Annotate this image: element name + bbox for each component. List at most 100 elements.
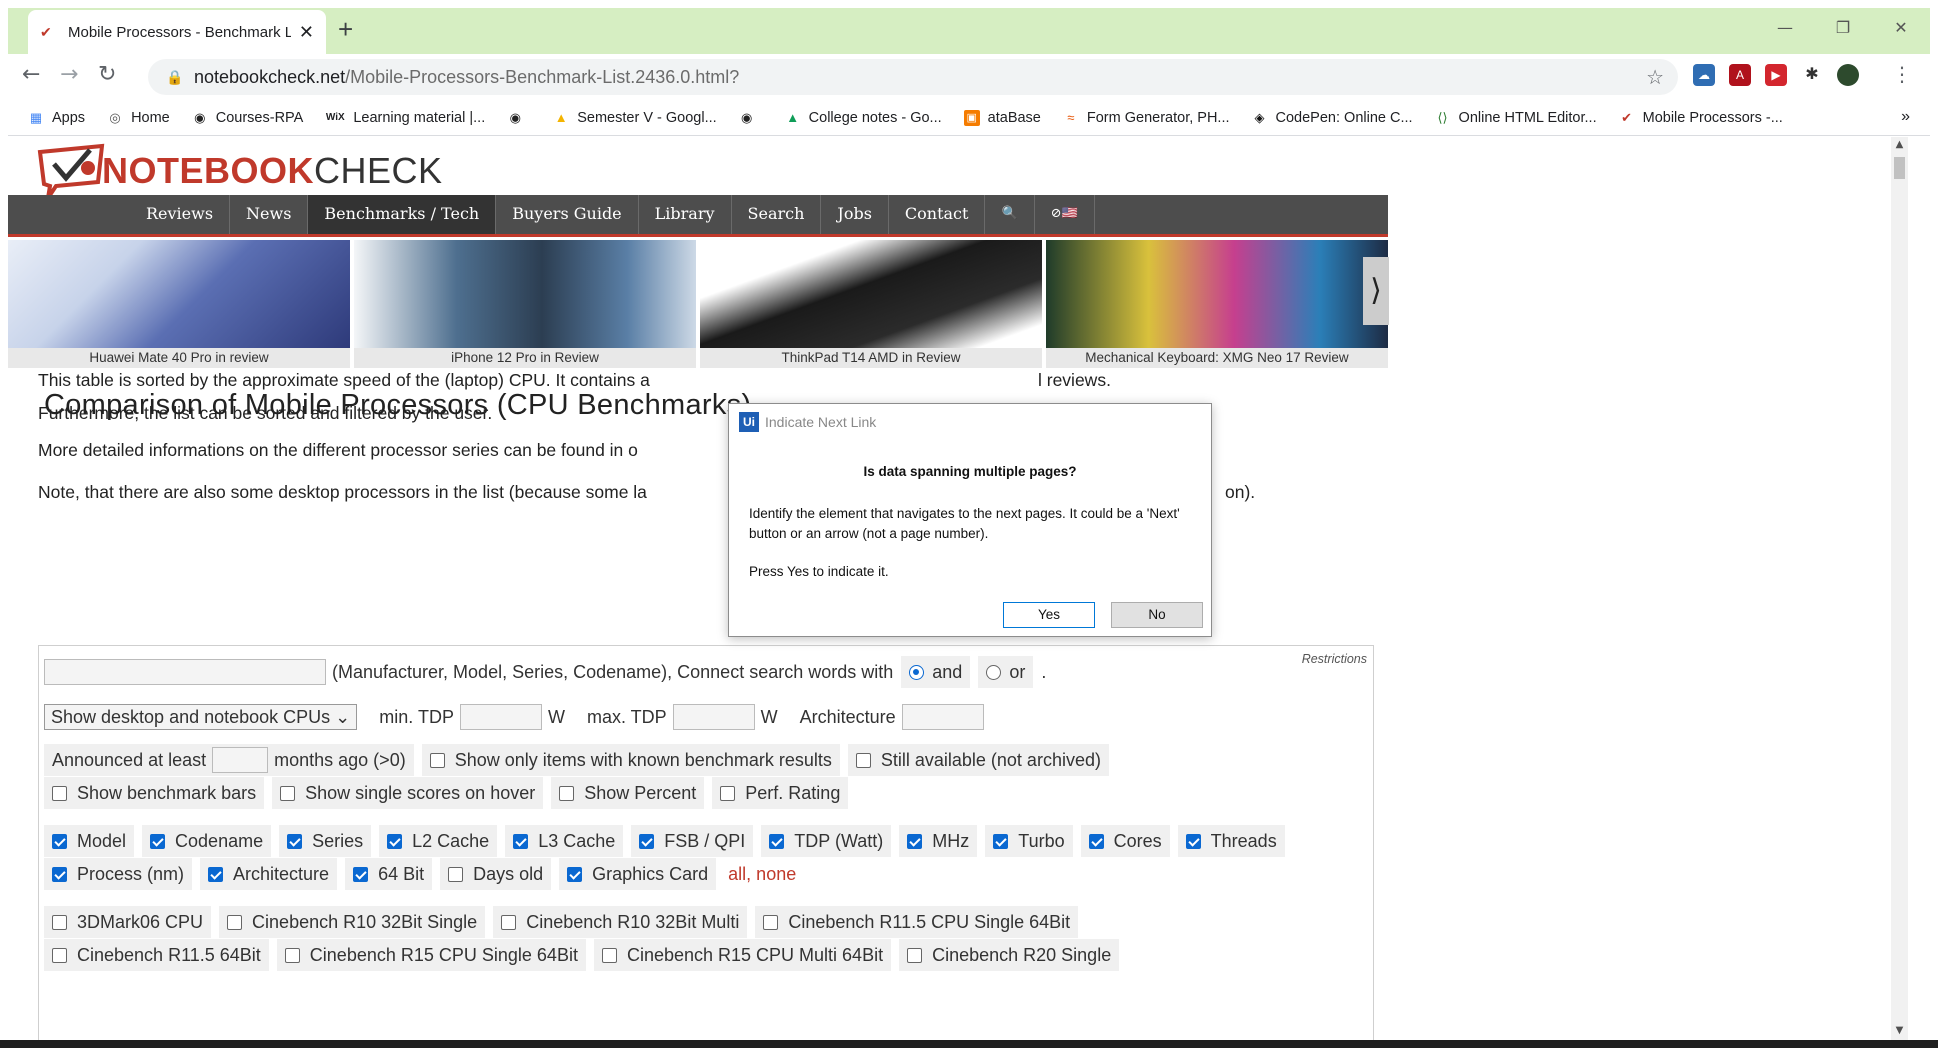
nav-language-flag-icon[interactable]: ⊘🇺🇸 [1035, 195, 1095, 234]
column-checkbox[interactable] [639, 833, 655, 849]
bookmark-apps[interactable]: ▦ Apps [28, 110, 85, 126]
extension-pdf-icon[interactable]: A [1729, 64, 1751, 86]
perf-rating-checkbox[interactable] [720, 785, 736, 801]
known-results-option[interactable]: Show only items with known benchmark res… [421, 744, 840, 776]
or-radio[interactable] [986, 664, 1002, 680]
bench-cb-r10-single-option[interactable]: Cinebench R10 32Bit Single [219, 906, 486, 938]
nav-benchmarks-tech[interactable]: Benchmarks / Tech [308, 195, 497, 234]
no-button[interactable]: No [1111, 602, 1203, 628]
nav-search-icon[interactable]: 🔍 [985, 195, 1035, 234]
bookmark-courses-rpa[interactable]: ◉ Courses-RPA [192, 110, 303, 126]
bench-cb-r15-single-option[interactable]: Cinebench R15 CPU Single 64Bit [276, 939, 586, 971]
single-scores-checkbox[interactable] [280, 785, 296, 801]
nav-library[interactable]: Library [639, 195, 732, 234]
bookmarks-overflow-icon[interactable]: » [1901, 108, 1910, 126]
bench-cb-r20-single-option[interactable]: Cinebench R20 Single [899, 939, 1120, 971]
column-days-old-option[interactable]: Days old [440, 858, 552, 890]
close-window-button[interactable]: ✕ [1872, 8, 1930, 48]
bookmark-form-generator[interactable]: ≈ Form Generator, PH... [1063, 110, 1229, 126]
extension-play-icon[interactable]: ▶ [1765, 64, 1787, 86]
new-tab-button[interactable]: + [338, 14, 353, 45]
bench-checkbox[interactable] [907, 947, 923, 963]
column-checkbox[interactable] [150, 833, 166, 849]
column-checkbox[interactable] [52, 866, 67, 882]
yes-button[interactable]: Yes [1003, 602, 1095, 628]
column-checkbox[interactable] [353, 866, 369, 882]
all-none-links[interactable]: all, none [728, 864, 796, 885]
bench-cb-r115-single-option[interactable]: Cinebench R11.5 CPU Single 64Bit [755, 906, 1079, 938]
column-checkbox[interactable] [448, 866, 464, 882]
column-checkbox[interactable] [208, 866, 224, 882]
restore-button[interactable]: ❐ [1814, 8, 1872, 48]
teaser-huawei[interactable]: Huawei Mate 40 Pro in review [8, 240, 350, 368]
column-architecture-option[interactable]: Architecture [200, 858, 338, 890]
column-checkbox[interactable] [387, 833, 403, 849]
tab-close-icon[interactable]: ✕ [299, 22, 314, 43]
bench-3dmark06-option[interactable]: 3DMark06 CPU [44, 906, 212, 938]
show-percent-option[interactable]: Show Percent [551, 777, 705, 809]
bench-checkbox[interactable] [763, 914, 779, 930]
nav-reviews[interactable]: Reviews [130, 195, 231, 234]
column-turbo-option[interactable]: Turbo [985, 825, 1073, 857]
bookmark-database[interactable]: ▣ ataBase [963, 109, 1041, 126]
bookmark-mobile-processors[interactable]: ✔ Mobile Processors -... [1619, 110, 1783, 126]
column-checkbox[interactable] [52, 833, 67, 849]
extensions-puzzle-icon[interactable]: ✱ [1801, 64, 1823, 86]
teaser-keyboard[interactable]: Mechanical Keyboard: XMG Neo 17 Review [1046, 240, 1388, 368]
benchmark-bars-checkbox[interactable] [52, 785, 67, 801]
column-model-option[interactable]: Model [44, 825, 135, 857]
teaser-next-arrow[interactable]: ⟩ [1363, 257, 1389, 325]
reload-icon[interactable]: ↻ [98, 62, 116, 87]
column-checkbox[interactable] [1185, 833, 1201, 849]
column-threads-option[interactable]: Threads [1177, 825, 1285, 857]
column-tdp-option[interactable]: TDP (Watt) [761, 825, 892, 857]
bookmark-html-editor[interactable]: ⟨⟩ Online HTML Editor... [1435, 110, 1596, 126]
nav-buyers-guide[interactable]: Buyers Guide [496, 195, 639, 234]
profile-avatar[interactable] [1837, 64, 1859, 86]
scroll-up-arrow-icon[interactable]: ▲ [1891, 139, 1908, 150]
cpu-type-select[interactable]: Show desktop and notebook CPUs ⌄ [44, 704, 358, 730]
bench-cb-r10-multi-option[interactable]: Cinebench R10 32Bit Multi [493, 906, 748, 938]
min-tdp-input[interactable] [459, 704, 542, 730]
bookmark-globe[interactable]: ◉ [507, 110, 531, 126]
column-series-option[interactable]: Series [279, 825, 372, 857]
still-available-checkbox[interactable] [855, 752, 871, 768]
known-results-checkbox[interactable] [429, 752, 445, 768]
minimize-button[interactable]: — [1756, 8, 1814, 48]
bench-checkbox[interactable] [52, 947, 67, 963]
back-arrow-icon[interactable]: ← [22, 62, 40, 87]
teaser-thinkpad[interactable]: ThinkPad T14 AMD in Review [700, 240, 1042, 368]
column-mhz-option[interactable]: MHz [899, 825, 978, 857]
address-bar[interactable]: 🔒 notebookcheck.net/Mobile-Processors-Be… [148, 59, 1678, 95]
scroll-down-arrow-icon[interactable]: ▼ [1891, 1025, 1908, 1036]
teaser-iphone[interactable]: iPhone 12 Pro in Review [354, 240, 696, 368]
page-scrollbar[interactable]: ▲ ▼ [1891, 137, 1908, 1040]
column-checkbox[interactable] [513, 833, 529, 849]
browser-menu-icon[interactable]: ⋮ [1892, 62, 1912, 86]
forward-arrow-icon[interactable]: → [60, 62, 78, 87]
column-codename-option[interactable]: Codename [142, 825, 272, 857]
column-checkbox[interactable] [993, 833, 1009, 849]
nav-contact[interactable]: Contact [889, 195, 986, 234]
bookmark-globe-2[interactable]: ◉ [739, 110, 763, 126]
column-64bit-option[interactable]: 64 Bit [345, 858, 433, 890]
bench-cb-r115-64bit-option[interactable]: Cinebench R11.5 64Bit [44, 939, 269, 971]
architecture-input[interactable] [901, 704, 984, 730]
still-available-option[interactable]: Still available (not archived) [847, 744, 1109, 776]
bench-cb-r15-multi-option[interactable]: Cinebench R15 CPU Multi 64Bit [593, 939, 892, 971]
column-checkbox[interactable] [769, 833, 785, 849]
bench-checkbox[interactable] [52, 914, 67, 930]
announced-months-input[interactable] [212, 747, 269, 773]
nav-search[interactable]: Search [732, 195, 822, 234]
column-l3-cache-option[interactable]: L3 Cache [505, 825, 624, 857]
bookmark-home[interactable]: ◎ Home [107, 110, 169, 126]
show-percent-checkbox[interactable] [559, 785, 575, 801]
search-input[interactable] [44, 659, 326, 685]
column-graphics-card-option[interactable]: Graphics Card [559, 858, 717, 890]
or-option[interactable]: or [978, 656, 1034, 688]
bookmark-star-icon[interactable]: ☆ [1646, 65, 1664, 90]
column-cores-option[interactable]: Cores [1080, 825, 1170, 857]
column-checkbox[interactable] [907, 833, 923, 849]
perf-rating-option[interactable]: Perf. Rating [712, 777, 849, 809]
column-process-option[interactable]: Process (nm) [44, 858, 193, 890]
